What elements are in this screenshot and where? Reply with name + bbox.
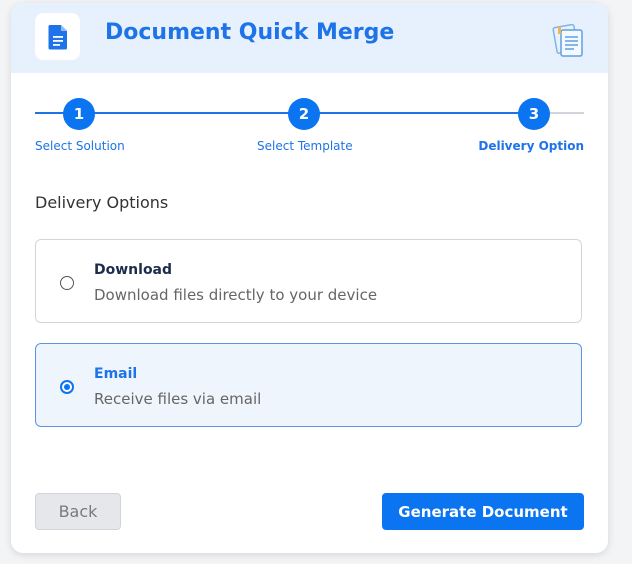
email-radio[interactable] (60, 380, 74, 394)
app-title: Document Quick Merge (105, 20, 395, 45)
section-title: Delivery Options (35, 193, 169, 212)
option-description: Receive files via email (94, 390, 262, 408)
progress-stepper: 1 2 3 Select Solution Select Template De… (35, 95, 584, 155)
generate-document-button[interactable]: Generate Document (382, 493, 584, 530)
progress-line-complete (35, 112, 525, 114)
card-header: Document Quick Merge (11, 3, 608, 73)
step-2-circle[interactable]: 2 (288, 98, 320, 130)
document-icon (48, 24, 67, 49)
back-button[interactable]: Back (35, 493, 121, 530)
option-email[interactable]: Email Receive files via email (35, 343, 582, 427)
option-title: Email (94, 366, 138, 382)
documents-icon (552, 23, 583, 57)
step-1-circle[interactable]: 1 (63, 98, 95, 130)
logo-box (35, 13, 80, 60)
download-radio[interactable] (60, 276, 74, 290)
merge-card: Document Quick Merge 1 2 3 Select Soluti… (11, 3, 608, 553)
option-title: Download (94, 262, 173, 278)
step-1-label[interactable]: Select Solution (35, 139, 125, 153)
step-3-label[interactable]: Delivery Option (478, 139, 584, 153)
step-2-label[interactable]: Select Template (257, 139, 353, 153)
step-3-circle[interactable]: 3 (518, 98, 550, 130)
option-download[interactable]: Download Download files directly to your… (35, 239, 582, 323)
option-description: Download files directly to your device (94, 286, 378, 304)
